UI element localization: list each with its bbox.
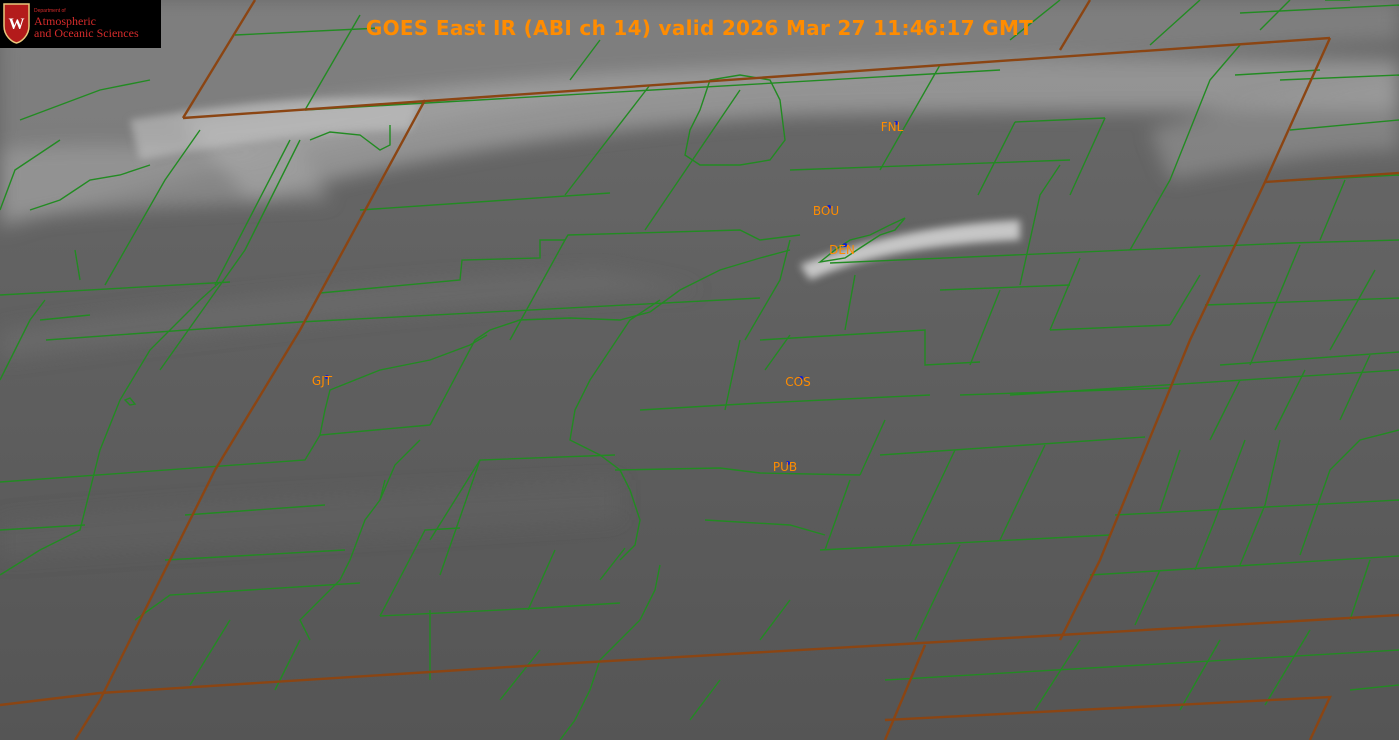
station-label-gjt[interactable]: GJT (312, 374, 332, 388)
uw-crest-icon: W (3, 3, 30, 44)
station-label-bou[interactable]: BOU (813, 204, 839, 218)
station-label-pub[interactable]: PUB (773, 460, 797, 474)
department-logo[interactable]: W Department of Atmospheric and Oceanic … (0, 0, 161, 48)
station-label-den[interactable]: DEN (829, 243, 855, 257)
station-label-cos[interactable]: COS (785, 375, 810, 389)
dept-name: Atmospheric and Oceanic Sciences (34, 15, 139, 39)
dept-line2: and Oceanic Sciences (34, 26, 139, 40)
map-title: GOES East IR (ABI ch 14) valid 2026 Mar … (365, 16, 1034, 40)
satellite-image-viewer: GOES East IR (ABI ch 14) valid 2026 Mar … (0, 0, 1399, 740)
station-label-fnl[interactable]: FNL (881, 120, 904, 134)
ir-satellite-map (0, 0, 1399, 740)
crest-letter: W (9, 16, 25, 33)
